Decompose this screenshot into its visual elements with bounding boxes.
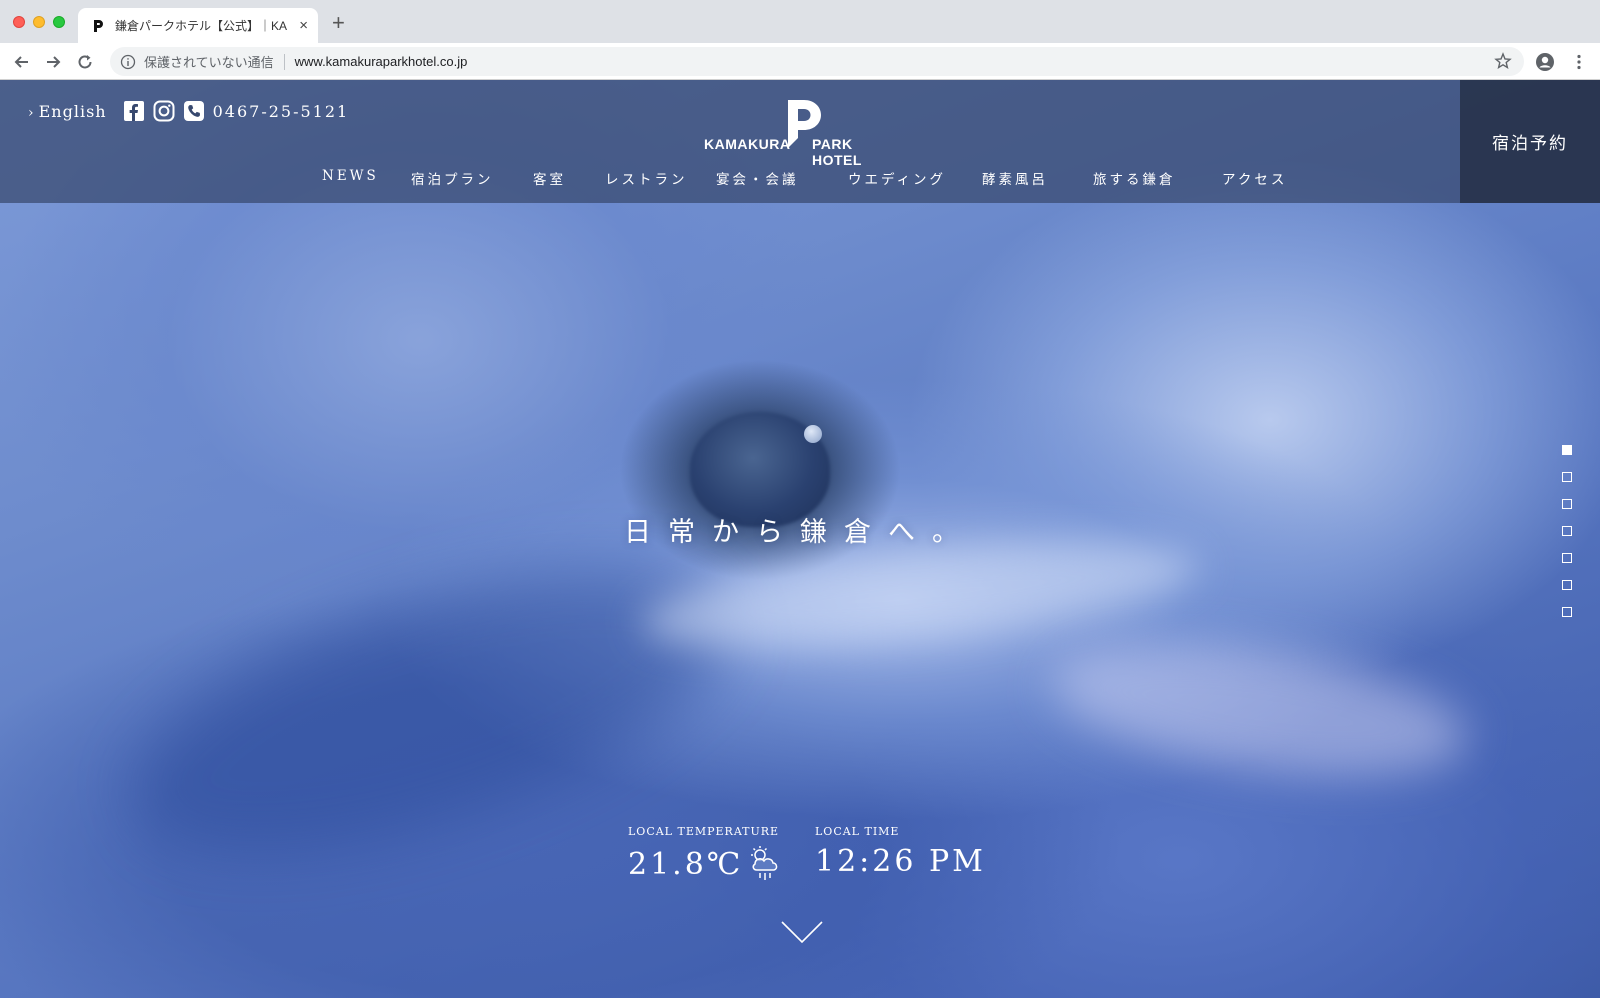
nav-item-enzyme-bath[interactable]: 酵素風呂 bbox=[982, 168, 1048, 188]
chevron-right-icon: › bbox=[28, 104, 35, 121]
hero-section: › English 0467-25-5121 KAMAKURA PARK HOT… bbox=[0, 80, 1600, 998]
back-arrow-icon[interactable] bbox=[12, 52, 32, 72]
cloud-rain-sun-icon bbox=[751, 846, 778, 880]
slide-dot[interactable] bbox=[1562, 472, 1572, 482]
nav-item-travel-kamakura[interactable]: 旅する鎌倉 bbox=[1093, 168, 1176, 188]
nav-item-wedding[interactable]: ウエディング bbox=[848, 168, 946, 188]
browser-menu-icon[interactable] bbox=[1569, 52, 1589, 72]
temperature-value: 21.8℃ bbox=[628, 846, 744, 882]
tab-title: 鎌倉パークホテル【公式】｜KA bbox=[115, 19, 288, 33]
scroll-down-chevron-icon[interactable] bbox=[780, 920, 824, 944]
header-utility: › English 0467-25-5121 bbox=[28, 100, 349, 122]
hero-image-highlight bbox=[1043, 621, 1477, 799]
forward-arrow-icon[interactable] bbox=[43, 52, 63, 72]
browser-tab[interactable]: 鎌倉パークホテル【公式】｜KA × bbox=[78, 8, 318, 43]
hotel-logo[interactable]: KAMAKURA PARK HOTEL bbox=[704, 98, 900, 168]
slide-dot[interactable] bbox=[1562, 499, 1572, 509]
close-window-button[interactable] bbox=[13, 16, 25, 28]
logo-text-kamakura: KAMAKURA bbox=[704, 136, 791, 152]
slide-dot[interactable] bbox=[1562, 580, 1572, 590]
local-temperature: LOCAL TEMPERATURE 21.8℃ bbox=[628, 825, 787, 884]
hero-tagline: 日常から鎌倉へ。 bbox=[624, 517, 976, 548]
profile-avatar-icon[interactable] bbox=[1535, 52, 1555, 72]
info-icon[interactable] bbox=[120, 54, 136, 70]
slide-dot[interactable] bbox=[1562, 607, 1572, 617]
slide-indicators bbox=[1562, 445, 1574, 634]
new-tab-button[interactable]: + bbox=[332, 12, 345, 34]
browser-tab-bar: 鎌倉パークホテル【公式】｜KA × + bbox=[0, 0, 1600, 43]
address-separator bbox=[283, 53, 285, 70]
nav-item-restaurant[interactable]: レストラン bbox=[605, 168, 688, 188]
nav-item-news[interactable]: NEWS bbox=[322, 168, 379, 184]
phone-number[interactable]: 0467-25-5121 bbox=[213, 102, 350, 121]
browser-toolbar: 保護されていない通信 www.kamakuraparkhotel.co.jp bbox=[0, 43, 1600, 80]
slide-dot[interactable] bbox=[1562, 445, 1572, 455]
local-time: LOCAL TIME 12:26 PM bbox=[815, 825, 986, 879]
instagram-icon[interactable] bbox=[153, 100, 175, 122]
tab-close-icon[interactable]: × bbox=[299, 18, 308, 33]
logo-text-park-hotel: PARK HOTEL bbox=[812, 136, 862, 168]
reload-icon[interactable] bbox=[75, 52, 95, 72]
phone-icon[interactable] bbox=[183, 100, 205, 122]
time-label: LOCAL TIME bbox=[815, 825, 900, 838]
reserve-button[interactable]: 宿泊予約 bbox=[1460, 80, 1600, 203]
nav-item-access[interactable]: アクセス bbox=[1222, 168, 1287, 188]
nav-item-banquet[interactable]: 宴会・会議 bbox=[716, 168, 799, 188]
english-link[interactable]: › English bbox=[28, 102, 107, 121]
nav-item-plans[interactable]: 宿泊プラン bbox=[411, 168, 494, 188]
security-status[interactable]: 保護されていない通信 bbox=[144, 52, 274, 71]
slide-dot[interactable] bbox=[1562, 553, 1572, 563]
address-bar[interactable]: 保護されていない通信 www.kamakuraparkhotel.co.jp bbox=[110, 47, 1524, 76]
english-link-label: English bbox=[38, 101, 107, 121]
temperature-label: LOCAL TEMPERATURE bbox=[628, 825, 780, 838]
time-value: 12:26 PM bbox=[815, 844, 986, 879]
minimize-window-button[interactable] bbox=[33, 16, 45, 28]
main-navigation: NEWS 宿泊プラン 客室 レストラン 宴会・会議 ウエディング 酵素風呂 旅す… bbox=[0, 168, 1460, 190]
slide-dot[interactable] bbox=[1562, 526, 1572, 536]
bookmark-star-icon[interactable] bbox=[1494, 52, 1512, 70]
facebook-icon[interactable] bbox=[123, 100, 145, 122]
site-header: › English 0467-25-5121 KAMAKURA PARK HOT… bbox=[0, 80, 1460, 203]
nav-item-rooms[interactable]: 客室 bbox=[533, 168, 566, 188]
maximize-window-button[interactable] bbox=[53, 16, 65, 28]
water-droplet-image bbox=[804, 425, 822, 443]
url-text[interactable]: www.kamakuraparkhotel.co.jp bbox=[295, 54, 468, 69]
park-hotel-favicon-icon bbox=[94, 19, 103, 32]
